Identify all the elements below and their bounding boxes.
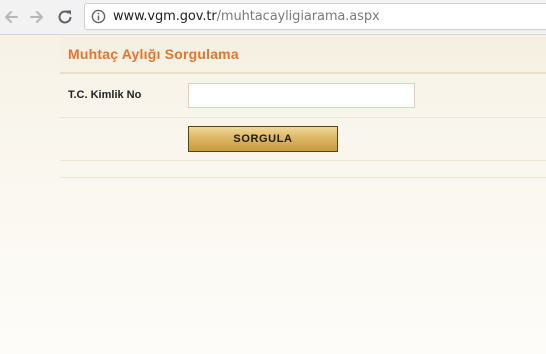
reload-button[interactable]	[54, 6, 76, 28]
address-bar[interactable]: www.vgm.gov.tr/muhtacayligiarama.aspx	[84, 3, 546, 30]
url-text[interactable]: www.vgm.gov.tr/muhtacayligiarama.aspx	[113, 9, 380, 24]
back-button[interactable]	[0, 6, 22, 28]
url-host: www.vgm.gov.tr	[113, 9, 217, 24]
sorgula-button[interactable]: SORGULA	[188, 126, 338, 152]
arrow-right-icon	[30, 11, 43, 23]
browser-toolbar: www.vgm.gov.tr/muhtacayligiarama.aspx	[0, 0, 546, 35]
tc-kimlik-input[interactable]	[188, 83, 415, 108]
info-icon[interactable]	[91, 9, 106, 24]
divider	[60, 177, 546, 178]
forward-button[interactable]	[26, 6, 48, 28]
tc-kimlik-label: T.C. Kimlik No	[68, 89, 142, 101]
divider	[60, 160, 546, 161]
reload-icon	[58, 10, 72, 24]
arrow-left-icon	[5, 11, 18, 23]
divider	[60, 117, 546, 118]
url-path: /muhtacayligiarama.aspx	[216, 9, 380, 24]
page-header: Muhtaç Aylığı Sorgulama	[60, 37, 546, 74]
page-title: Muhtaç Aylığı Sorgulama	[68, 46, 239, 62]
